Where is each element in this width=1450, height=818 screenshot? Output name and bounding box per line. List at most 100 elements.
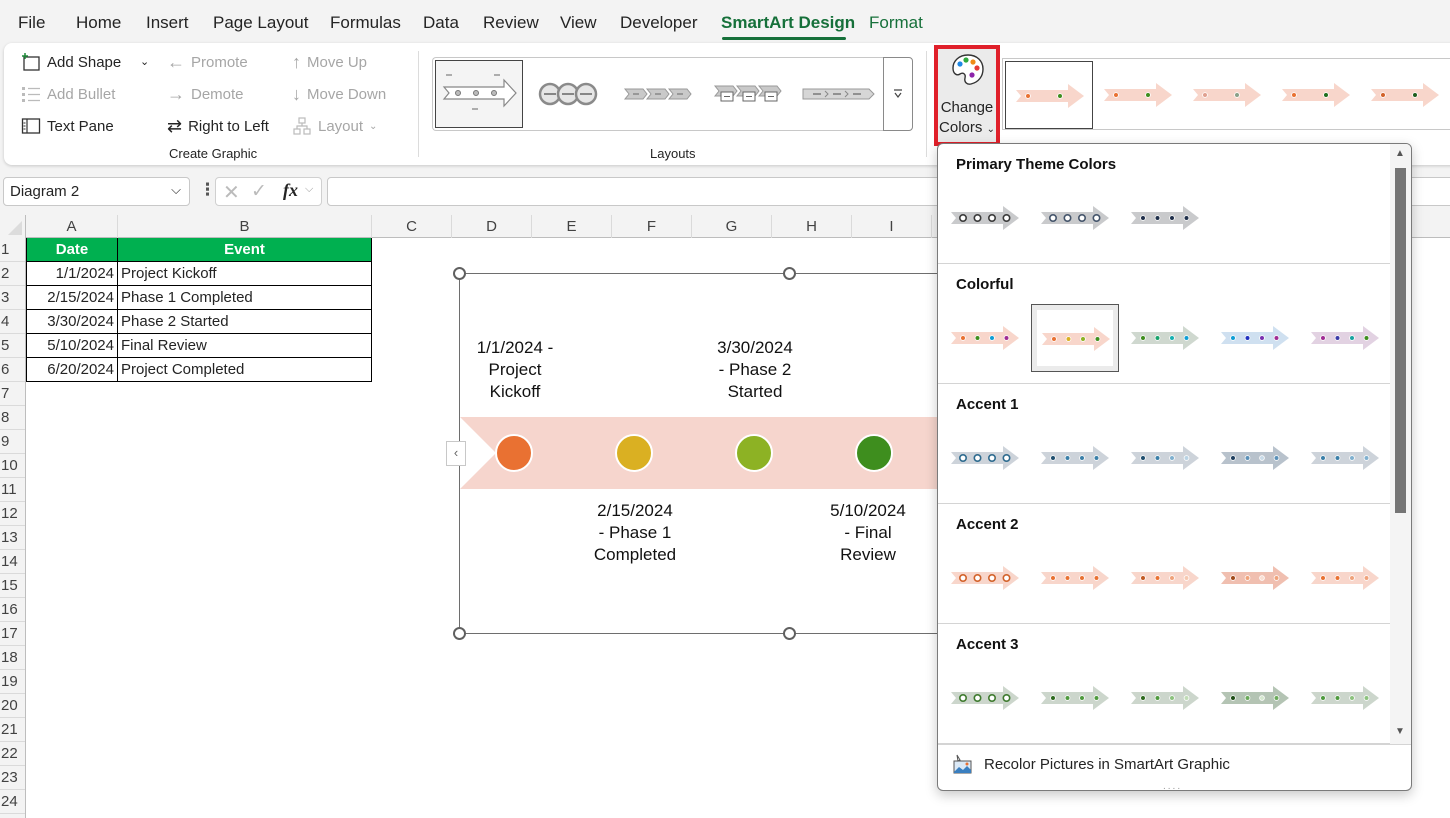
color-option[interactable] [941,664,1029,732]
resize-handle-bottom-middle[interactable] [783,627,796,640]
scrollbar-thumb[interactable] [1395,168,1406,513]
row-header-21[interactable]: 21 [0,718,25,742]
style-thumb[interactable] [1183,61,1271,129]
row-header-1[interactable]: 1 [0,238,25,262]
column-header-b[interactable]: B [118,215,372,238]
style-thumb[interactable] [1005,61,1093,129]
row-header-23[interactable]: 23 [0,766,25,790]
header-cell-event[interactable]: Event [118,238,372,262]
color-option[interactable] [941,184,1029,252]
timeline-label-kickoff[interactable]: 1/1/2024 - Project Kickoff [460,337,570,403]
event-cell[interactable]: Project Completed [118,358,372,382]
color-option[interactable] [1121,424,1209,492]
layout-continuous-block-process[interactable] [795,60,883,128]
layout-button[interactable]: Layout ⌄ [292,116,377,136]
color-option[interactable] [941,304,1029,372]
color-option[interactable] [1031,424,1119,492]
text-pane-button[interactable]: Text Pane [21,116,114,136]
row-header-15[interactable]: 15 [0,574,25,598]
color-option[interactable] [1211,544,1299,612]
event-cell[interactable]: Final Review [118,334,372,358]
name-box[interactable]: Diagram 2 ⌵ [3,177,190,206]
row-header-10[interactable]: 10 [0,454,25,478]
column-header-h[interactable]: H [772,215,852,238]
scroll-up-icon[interactable]: ▲ [1395,148,1405,159]
demote-button[interactable]: → Demote [167,84,244,105]
color-option[interactable] [1211,664,1299,732]
row-header-13[interactable]: 13 [0,526,25,550]
row-header-12[interactable]: 12 [0,502,25,526]
move-up-button[interactable]: ↑ Move Up [292,52,367,73]
add-bullet-button[interactable]: Add Bullet [21,84,115,104]
cancel-icon[interactable]: ✕ [223,180,240,205]
color-option[interactable] [1031,544,1119,612]
column-header-i[interactable]: I [852,215,932,238]
timeline-label-final-review[interactable]: 5/10/2024 - Final Review [813,500,923,566]
resize-grip-icon[interactable]: .... [1163,781,1182,790]
tab-review[interactable]: Review [483,13,539,33]
layout-circle-accent-timeline[interactable] [525,60,613,128]
column-header-g[interactable]: G [692,215,772,238]
insert-function-button[interactable]: fx [283,180,298,201]
tab-file[interactable]: File [18,13,45,33]
timeline-label-phase2[interactable]: 3/30/2024 - Phase 2 Started [700,337,810,403]
row-header-19[interactable]: 19 [0,670,25,694]
date-cell[interactable]: 6/20/2024 [26,358,118,382]
layout-accent-process[interactable] [705,60,793,128]
row-header-11[interactable]: 11 [0,478,25,502]
color-option[interactable] [1301,664,1389,732]
color-option[interactable] [941,544,1029,612]
color-option[interactable] [1211,424,1299,492]
move-down-button[interactable]: ↓ Move Down [292,84,386,105]
timeline-dot-1[interactable] [495,434,533,472]
resize-handle-top-middle[interactable] [783,267,796,280]
add-shape-button[interactable]: Add Shape [21,52,121,72]
event-cell[interactable]: Phase 2 Started [118,310,372,334]
timeline-dot-2[interactable] [615,434,653,472]
tab-home[interactable]: Home [76,13,121,33]
promote-button[interactable]: ← Promote [167,52,248,73]
header-cell-date[interactable]: Date [26,238,118,262]
color-option[interactable] [1121,304,1209,372]
formula-bar-grip-icon[interactable]: ⋮ [199,180,216,200]
row-header-9[interactable]: 9 [0,430,25,454]
recolor-pictures-menu-item[interactable]: Recolor Pictures in SmartArt Graphic [952,753,1230,775]
color-option[interactable] [1211,304,1299,372]
color-option[interactable] [1301,424,1389,492]
scroll-down-icon[interactable]: ▼ [1395,726,1405,737]
date-cell[interactable]: 5/10/2024 [26,334,118,358]
row-header-22[interactable]: 22 [0,742,25,766]
timeline-dot-3[interactable] [735,434,773,472]
tab-formulas[interactable]: Formulas [330,13,401,33]
row-header-6[interactable]: 6 [0,358,25,382]
row-header-5[interactable]: 5 [0,334,25,358]
row-header-20[interactable]: 20 [0,694,25,718]
date-cell[interactable]: 1/1/2024 [26,262,118,286]
right-to-left-button[interactable]: ⇄ Right to Left [167,116,269,137]
row-header-18[interactable]: 18 [0,646,25,670]
dropdown-scrollbar[interactable]: ▲ ▼ [1390,144,1411,744]
select-all-button[interactable] [0,215,26,238]
layout-chevron-process[interactable] [615,60,703,128]
style-thumb[interactable] [1094,61,1182,129]
row-header-17[interactable]: 17 [0,622,25,646]
row-header-16[interactable]: 16 [0,598,25,622]
layout-basic-timeline[interactable] [435,60,523,128]
change-colors-button[interactable]: Change Colors ⌄ [934,45,1000,146]
text-pane-toggle-chevron-left-icon[interactable]: ‹ [446,441,466,466]
resize-handle-top-left[interactable] [453,267,466,280]
color-option[interactable] [1031,664,1119,732]
color-option[interactable] [1121,544,1209,612]
column-header-f[interactable]: F [612,215,692,238]
color-option[interactable] [941,424,1029,492]
row-header-2[interactable]: 2 [0,262,25,286]
color-option[interactable] [1031,184,1119,252]
name-box-chevron-down-icon[interactable]: ⌵ [171,182,181,198]
date-cell[interactable]: 2/15/2024 [26,286,118,310]
color-option[interactable] [1301,544,1389,612]
tab-data[interactable]: Data [423,13,459,33]
timeline-dot-4[interactable] [855,434,893,472]
fx-chevron-down-icon[interactable]: ⌵ [305,183,313,196]
row-header-7[interactable]: 7 [0,382,25,406]
tab-insert[interactable]: Insert [146,13,189,33]
